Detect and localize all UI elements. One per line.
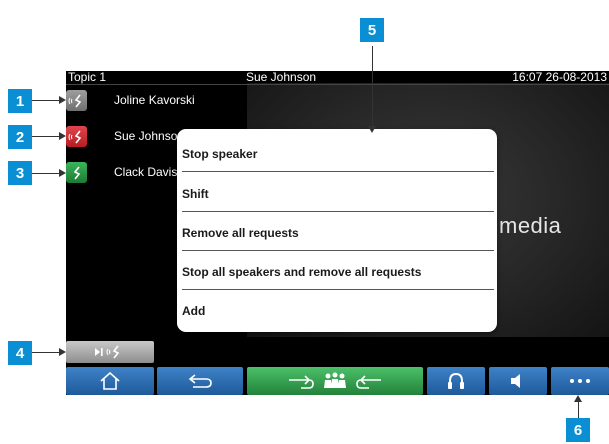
stop-all-speakers-item[interactable]: Stop all speakers and remove all request… bbox=[182, 253, 494, 292]
more-button[interactable] bbox=[551, 367, 609, 395]
callout-leader bbox=[372, 46, 373, 128]
back-button[interactable] bbox=[157, 367, 243, 395]
callout-arrow bbox=[59, 348, 66, 356]
home-icon bbox=[100, 372, 120, 390]
callout-4: 4 bbox=[8, 341, 32, 365]
callout-leader bbox=[578, 400, 579, 418]
menu-divider bbox=[182, 289, 494, 290]
active-speaker-label: Sue Johnson bbox=[246, 71, 317, 84]
callout-leader bbox=[32, 352, 60, 353]
callout-arrow bbox=[59, 96, 66, 104]
speaker-name: Sue Johnson bbox=[114, 129, 185, 143]
add-item[interactable]: Add bbox=[182, 292, 494, 331]
home-button[interactable] bbox=[66, 367, 154, 395]
background-label: media bbox=[499, 213, 562, 238]
callout-3: 3 bbox=[8, 161, 32, 185]
callout-leader bbox=[32, 100, 60, 101]
datetime-label: 16:07 26-08-2013 bbox=[512, 71, 607, 84]
more-icon bbox=[570, 379, 590, 383]
mic-request-icon[interactable] bbox=[66, 90, 87, 111]
delegates-icon bbox=[289, 372, 381, 389]
speaker-row[interactable]: Joline Kavorski bbox=[66, 88, 246, 114]
status-bar: Topic 1 Sue Johnson 16:07 26-08-2013 bbox=[66, 71, 609, 85]
callout-arrow bbox=[59, 169, 66, 177]
callout-2: 2 bbox=[8, 125, 32, 149]
volume-button[interactable] bbox=[489, 367, 547, 395]
bottom-navbar bbox=[66, 367, 609, 395]
speaker-name: Joline Kavorski bbox=[114, 93, 195, 107]
headphones-icon bbox=[448, 372, 464, 389]
speaker-options-popup: Stop speaker Shift Remove all requests S… bbox=[177, 129, 497, 332]
menu-divider bbox=[182, 211, 494, 212]
headphones-button[interactable] bbox=[427, 367, 485, 395]
callout-arrow bbox=[59, 132, 66, 140]
next-speaker-button[interactable] bbox=[66, 341, 154, 363]
callout-leader bbox=[32, 173, 60, 174]
mic-waiting-icon[interactable] bbox=[66, 162, 87, 183]
next-speaker-icon bbox=[95, 345, 120, 359]
delegates-button[interactable] bbox=[247, 367, 423, 395]
callout-arrow bbox=[574, 395, 582, 402]
menu-divider bbox=[182, 250, 494, 251]
speaker-name: Clack Davis bbox=[114, 165, 178, 179]
callout-leader bbox=[32, 136, 60, 137]
remove-all-requests-item[interactable]: Remove all requests bbox=[182, 214, 494, 253]
shift-item[interactable]: Shift bbox=[182, 175, 494, 214]
callout-5: 5 bbox=[360, 18, 384, 42]
stop-speaker-item[interactable]: Stop speaker bbox=[182, 135, 494, 174]
menu-divider bbox=[182, 171, 494, 172]
callout-1: 1 bbox=[8, 89, 32, 113]
back-icon bbox=[188, 374, 212, 388]
mic-active-icon[interactable] bbox=[66, 126, 87, 147]
speaker-volume-icon bbox=[511, 374, 520, 388]
callout-6: 6 bbox=[566, 418, 590, 442]
topic-label: Topic 1 bbox=[68, 71, 107, 84]
callout-arrow bbox=[368, 126, 376, 133]
